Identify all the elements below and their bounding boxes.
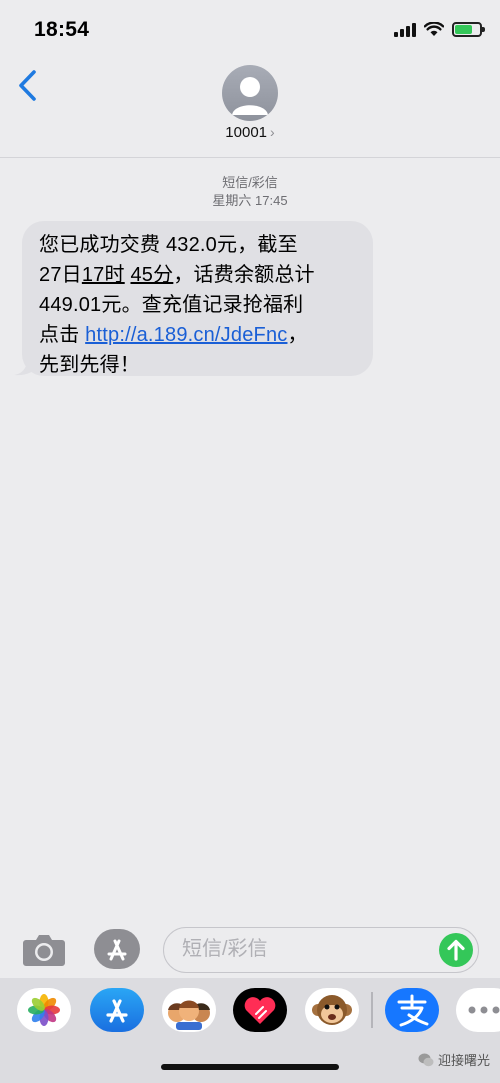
contact-name: 10001 xyxy=(225,124,268,141)
arrow-up-icon xyxy=(447,939,465,961)
contact-avatar[interactable] xyxy=(222,65,278,121)
status-bar: 18:54 xyxy=(0,0,500,60)
camera-icon[interactable] xyxy=(22,930,66,968)
input-bar: 短信/彩信 xyxy=(0,920,500,980)
message-timestamp: 星期六 17:45 xyxy=(212,193,288,208)
battery-icon xyxy=(452,22,485,37)
message-line: 先到先得！ xyxy=(39,354,140,376)
message-input-placeholder: 短信/彩信 xyxy=(182,938,268,960)
date-detected-hour[interactable]: 17时 xyxy=(82,264,125,286)
contact-chevron-icon: › xyxy=(270,124,275,140)
status-time: 18:54 xyxy=(34,18,90,41)
cellular-signal-icon xyxy=(394,22,416,37)
message-line: 您已成功交费 432.0元，截至 xyxy=(39,234,298,256)
message-link[interactable]: http://a.189.cn/JdeFnc xyxy=(85,324,287,346)
app-store-icon xyxy=(107,939,127,961)
animoji-monkey-app-icon[interactable] xyxy=(305,988,359,1032)
memoji-app-icon[interactable] xyxy=(162,988,216,1032)
alipay-app-icon[interactable] xyxy=(385,988,439,1032)
photos-app-icon[interactable] xyxy=(17,988,71,1032)
watermark-text: 迎接曙光 xyxy=(437,1053,490,1068)
wechat-icon xyxy=(418,1053,434,1066)
send-button[interactable] xyxy=(439,933,473,967)
watermark: 迎接曙光 xyxy=(418,1050,490,1069)
message-bubble[interactable]: 您已成功交费 432.0元，截至 27日17时 45分，话费余额总计 449.0… xyxy=(22,221,373,376)
more-apps-icon[interactable] xyxy=(456,988,500,1032)
person-icon xyxy=(232,77,268,115)
conversation-header: 10001 › xyxy=(0,58,500,158)
message-line: 点击 http://a.189.cn/JdeFnc， xyxy=(39,324,308,346)
home-indicator[interactable] xyxy=(161,1064,339,1070)
wifi-icon xyxy=(424,22,444,36)
message-line: 449.01元。查充值记录抢福利 xyxy=(39,294,304,316)
thread-meta: 短信/彩信 星期六 17:45 xyxy=(0,174,500,210)
message-line: 27日17时 45分，话费余额总计 xyxy=(39,264,315,286)
tray-divider xyxy=(371,992,373,1028)
app-tray: 迎接曙光 xyxy=(0,978,500,1083)
digital-touch-app-icon[interactable] xyxy=(233,988,287,1032)
status-icons xyxy=(394,22,485,37)
date-detected-minute[interactable]: 45分 xyxy=(130,264,173,286)
app-store-button[interactable] xyxy=(94,929,140,969)
contact-name-row[interactable]: 10001 › xyxy=(0,124,500,141)
service-label: 短信/彩信 xyxy=(222,175,278,190)
message-input[interactable]: 短信/彩信 xyxy=(163,927,479,973)
back-chevron-icon[interactable] xyxy=(14,66,42,106)
app-store-app-icon[interactable] xyxy=(90,988,144,1032)
